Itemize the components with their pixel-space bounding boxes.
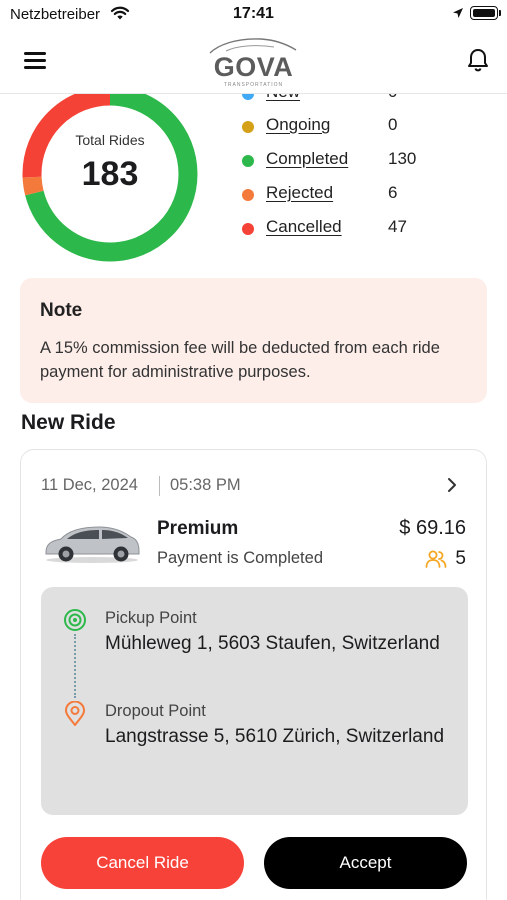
hamburger-icon[interactable] [22,48,48,72]
passengers-icon [425,550,447,568]
legend-label[interactable]: Ongoing [266,115,330,135]
ride-date: 11 Dec, 2024 [41,476,138,494]
pickup-target-icon [64,609,86,631]
logo-text: GOVA [213,52,294,82]
legend-item-completed[interactable]: Completed 130 [240,149,480,171]
app-header: GOVA TRANSPORTATION [0,30,507,94]
new-ride-card[interactable]: 11 Dec, 2024 05:38 PM Premium Payment is… [20,449,487,900]
route-connector [74,634,76,698]
total-rides-value: 183 [81,155,139,193]
accept-ride-button[interactable]: Accept [264,837,467,889]
ride-price: $ 69.16 [399,517,466,539]
note-body: A 15% commission fee will be deducted fr… [40,339,440,381]
ride-time: 05:38 PM [170,476,241,494]
status-bar: Netzbetreiber 17:41 [0,0,507,30]
legend-dot [242,121,254,133]
legend-label[interactable]: Cancelled [266,217,342,237]
ride-payment-status: Payment is Completed [157,549,323,567]
legend-dot [242,189,254,201]
dropoff-address: Langstrasse 5, 5610 Zürich, Switzerland [105,726,445,747]
legend-label[interactable]: Completed [266,149,348,169]
bell-icon[interactable] [464,46,492,74]
car-icon [45,526,140,563]
passenger-count: 5 [455,548,466,569]
legend-count: 47 [388,217,407,236]
legend-count: 130 [388,149,417,168]
new-ride-section-title: New Ride [21,411,116,434]
gova-logo: GOVA TRANSPORTATION [206,36,301,88]
status-time: 17:41 [233,5,274,22]
battery-icon [470,6,498,20]
legend-count: 0 [388,115,398,134]
location-arrow-icon [453,8,463,18]
cancel-ride-button[interactable]: Cancel Ride [41,837,244,889]
date-time-divider [159,476,160,496]
chevron-right-icon[interactable] [442,475,462,495]
legend-dot [242,223,254,235]
legend-dot [242,155,254,167]
legend-item-rejected[interactable]: Rejected 6 [240,183,480,205]
total-rides-label: Total Rides [75,132,145,148]
pickup-address: Mühleweg 1, 5603 Staufen, Switzerland [105,633,440,654]
pickup-label: Pickup Point [105,609,197,627]
dropoff-label: Dropout Point [105,702,206,720]
ride-vehicle-class: Premium [157,518,239,539]
battery-cap [499,10,501,16]
dropoff-pin-icon [65,701,85,726]
legend-count: 6 [388,183,398,202]
legend-item-ongoing[interactable]: Ongoing 0 [240,115,480,137]
logo-subtext: TRANSPORTATION [223,82,284,88]
commission-note-card: Note A 15% commission fee will be deduct… [20,278,487,403]
note-title: Note [40,300,83,321]
route-details: Pickup Point Mühleweg 1, 5603 Staufen, S… [41,587,468,815]
legend-item-cancelled[interactable]: Cancelled 47 [240,217,480,239]
legend-label[interactable]: Rejected [266,183,333,203]
